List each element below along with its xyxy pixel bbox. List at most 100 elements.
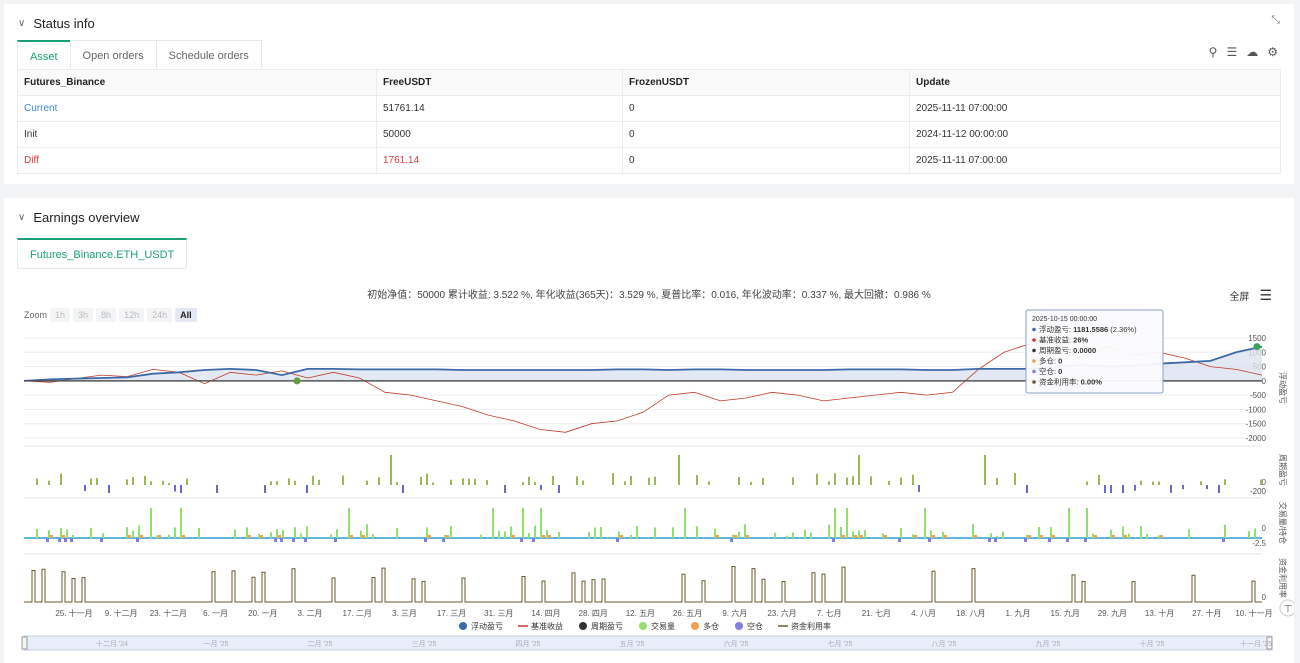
navigator-label: 十二月 '24: [96, 639, 128, 648]
volume-bar: [1140, 526, 1142, 538]
period-pnl-bar: [912, 474, 914, 485]
long-position-mark: [542, 535, 545, 538]
volume-bar: [618, 531, 620, 538]
x-tick-label: 23. 十二月: [150, 608, 187, 618]
volume-bar: [696, 526, 698, 538]
short-position-mark: [304, 538, 307, 542]
legend-item[interactable]: 周期盈亏: [579, 622, 623, 631]
table-row: Diff 1761.14 0 2025-11-11 07:00:00: [17, 147, 1281, 174]
marker-dot: [1253, 343, 1261, 351]
period-pnl-bar: [168, 482, 170, 485]
short-position-mark: [928, 538, 931, 542]
short-position-mark: [730, 538, 733, 542]
volume-bar: [246, 527, 248, 538]
update-value: 2025-11-11 07:00:00: [909, 147, 1281, 174]
long-position-mark: [362, 535, 365, 538]
tab-schedule-orders[interactable]: Schedule orders: [155, 40, 262, 70]
volume-bar: [828, 524, 830, 538]
period-pnl-bar: [858, 455, 860, 485]
legend-symbol: [639, 622, 647, 630]
period-pnl-bar: [108, 485, 110, 493]
search-icon[interactable]: ⚲: [1209, 45, 1218, 59]
tab-open-orders[interactable]: Open orders: [69, 40, 157, 70]
tab-asset[interactable]: Asset: [17, 40, 71, 70]
earnings-chart[interactable]: 150010005000-500-1000-1500-20000-2000-2.…: [4, 198, 1294, 663]
volume-bar: [1086, 508, 1088, 538]
y-tick-label: -200: [1250, 487, 1267, 496]
period-pnl-bar: [528, 476, 530, 485]
short-position-mark: [1084, 538, 1087, 542]
tooltip-bullet: [1032, 348, 1036, 353]
chevron-down-icon[interactable]: ∨: [18, 18, 25, 29]
col-header-exchange[interactable]: Futures_Binance: [17, 69, 377, 96]
volume-bar: [942, 531, 944, 538]
tooltip-bullet: [1032, 359, 1036, 363]
volume-bar: [654, 527, 656, 538]
period-pnl-bar: [816, 473, 818, 485]
legend-item[interactable]: 基准收益: [518, 621, 563, 631]
period-pnl-bar: [60, 473, 62, 485]
legend-label: 资金利用率: [791, 621, 831, 631]
volume-bar: [792, 532, 794, 538]
long-position-mark: [860, 535, 863, 538]
long-position-mark: [1124, 535, 1127, 538]
row-label: Current: [17, 95, 377, 122]
period-pnl-bar: [1140, 480, 1142, 485]
period-pnl-bar: [90, 478, 92, 485]
col-header-free[interactable]: FreeUSDT: [376, 69, 623, 96]
volume-bar: [48, 530, 50, 538]
period-pnl-bar: [1026, 485, 1028, 493]
legend-label: 基准收益: [531, 621, 563, 631]
period-pnl-bar: [342, 475, 344, 485]
y-tick-label: -2000: [1246, 434, 1267, 443]
status-header[interactable]: ∨ Status info: [18, 16, 95, 31]
list-icon[interactable]: ☰: [1226, 45, 1237, 59]
update-value: 2024-11-12 00:00:00: [909, 121, 1281, 148]
period-pnl-bar: [1134, 485, 1136, 491]
volume-bar: [630, 534, 632, 538]
period-pnl-bar: [1104, 485, 1106, 493]
legend-item[interactable]: 空仓: [735, 621, 763, 631]
tooltip-date: 2025-10-15 00:00:00: [1032, 316, 1097, 323]
volume-bar: [528, 533, 530, 538]
period-pnl-bar: [276, 481, 278, 485]
tooltip-line: 基准收益: 26%: [1039, 335, 1089, 345]
long-position-mark: [1052, 535, 1055, 538]
utilization-line: [24, 565, 1262, 603]
navigator-label: 三月 '25: [411, 640, 436, 648]
axis-title: 周期盈亏: [1278, 454, 1287, 486]
volume-bar: [492, 508, 494, 538]
period-pnl-bar: [558, 485, 560, 493]
col-header-update[interactable]: Update: [909, 69, 1281, 96]
long-position-mark: [1160, 535, 1163, 538]
legend-item[interactable]: 交易量: [639, 621, 675, 631]
col-header-frozen[interactable]: FrozenUSDT: [622, 69, 910, 96]
period-pnl-bar: [612, 473, 614, 485]
cloud-download-icon[interactable]: ☁: [1246, 45, 1258, 59]
x-tick-label: 3. 二月: [298, 609, 323, 618]
legend-item[interactable]: 资金利用率: [778, 621, 831, 631]
legend-item[interactable]: 多仓: [691, 621, 719, 631]
short-position-mark: [532, 538, 535, 542]
x-tick-label: 12. 五月: [626, 609, 655, 618]
period-pnl-bar: [468, 478, 470, 485]
axis-title: 交易量/持仓: [1278, 502, 1288, 544]
y-tick-label: -1500: [1246, 420, 1267, 429]
short-position-mark: [1222, 538, 1225, 542]
free-value: 51761.14: [376, 95, 623, 122]
period-pnl-bar: [378, 477, 380, 485]
period-pnl-bar: [870, 476, 872, 485]
long-position-mark: [1112, 535, 1115, 538]
legend-label: 周期盈亏: [591, 622, 623, 631]
navigator-label: 十月 '25: [1139, 639, 1164, 648]
navigator-handle-left[interactable]: [21, 636, 28, 650]
x-tick-label: 3. 三月: [392, 609, 417, 618]
marker-dot: [293, 377, 301, 385]
gear-icon[interactable]: ⚙: [1267, 45, 1278, 59]
volume-bar: [360, 530, 362, 538]
period-pnl-bar: [900, 477, 902, 485]
long-position-mark: [1094, 535, 1097, 538]
volume-bar: [1146, 533, 1148, 538]
collapse-icon[interactable]: ⤡: [1271, 14, 1280, 27]
legend-item[interactable]: 浮动盈亏: [459, 621, 503, 631]
